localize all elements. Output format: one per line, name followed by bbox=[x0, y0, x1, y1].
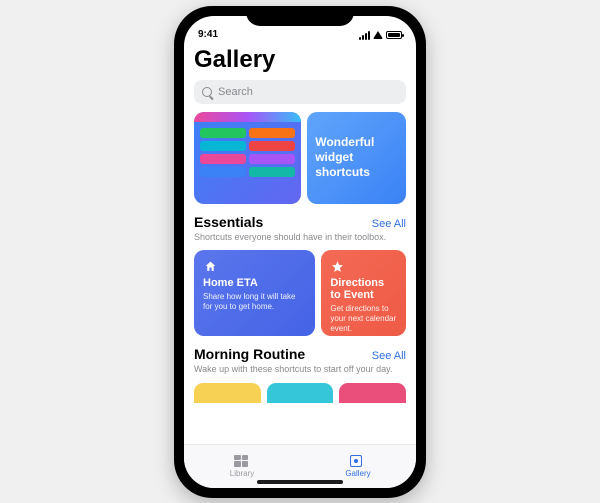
screen: 9:41 Gallery Search bbox=[184, 16, 416, 488]
status-time: 9:41 bbox=[198, 29, 218, 40]
morning-card[interactable] bbox=[339, 383, 406, 403]
home-icon bbox=[203, 259, 217, 273]
cellular-icon bbox=[359, 31, 370, 40]
content-scroll[interactable]: Gallery Search Wonderful widget shortc bbox=[184, 42, 416, 444]
card-directions[interactable]: Directions to Event Get directions to yo… bbox=[321, 250, 406, 336]
search-input[interactable]: Search bbox=[194, 80, 406, 104]
morning-card[interactable] bbox=[267, 383, 334, 403]
section-subtitle: Wake up with these shortcuts to start of… bbox=[194, 364, 406, 375]
card-title: Directions to Event bbox=[330, 277, 397, 301]
hero-pill bbox=[249, 128, 295, 138]
card-desc: Get directions to your next calendar eve… bbox=[330, 304, 397, 334]
see-all-link[interactable]: See All bbox=[372, 350, 406, 362]
home-indicator[interactable] bbox=[257, 480, 343, 484]
see-all-link[interactable]: See All bbox=[372, 218, 406, 230]
gallery-icon bbox=[350, 455, 366, 467]
star-icon bbox=[330, 259, 344, 273]
section-essentials: Essentials See All Shortcuts everyone sh… bbox=[194, 214, 406, 337]
hero-pill bbox=[249, 141, 295, 151]
hero-pill-grid bbox=[200, 128, 295, 177]
status-indicators bbox=[359, 31, 402, 40]
tab-label: Library bbox=[230, 469, 254, 478]
battery-icon bbox=[386, 31, 402, 39]
hero-pill bbox=[249, 154, 295, 164]
section-title: Morning Routine bbox=[194, 346, 305, 362]
notch bbox=[246, 6, 354, 26]
essentials-cards: Home ETA Share how long it will take for… bbox=[194, 250, 406, 336]
section-morning: Morning Routine See All Wake up with the… bbox=[194, 346, 406, 403]
hero-gradient-strip bbox=[194, 112, 301, 122]
hero-card-widgets[interactable]: Wonderful widget shortcuts bbox=[307, 112, 406, 204]
morning-card[interactable] bbox=[194, 383, 261, 403]
hero-pill bbox=[249, 167, 295, 177]
tab-label: Gallery bbox=[345, 469, 370, 478]
search-icon bbox=[202, 87, 212, 97]
card-title: Home ETA bbox=[203, 277, 306, 289]
search-placeholder: Search bbox=[218, 86, 253, 98]
library-icon bbox=[234, 455, 250, 467]
hero-row: Wonderful widget shortcuts bbox=[194, 112, 406, 204]
card-desc: Share how long it will take for you to g… bbox=[203, 292, 306, 312]
section-title: Essentials bbox=[194, 214, 263, 230]
hero-pill bbox=[200, 154, 246, 164]
wifi-icon bbox=[373, 31, 383, 39]
page-title: Gallery bbox=[194, 46, 406, 74]
section-subtitle: Shortcuts everyone should have in their … bbox=[194, 232, 406, 243]
hero-card-preview[interactable] bbox=[194, 112, 301, 204]
hero-pill bbox=[200, 167, 246, 177]
card-home-eta[interactable]: Home ETA Share how long it will take for… bbox=[194, 250, 315, 336]
phone-frame: 9:41 Gallery Search bbox=[174, 6, 426, 498]
hero-pill bbox=[200, 141, 246, 151]
morning-cards bbox=[194, 383, 406, 403]
hero-card-title: Wonderful widget shortcuts bbox=[315, 135, 398, 180]
hero-pill bbox=[200, 128, 246, 138]
